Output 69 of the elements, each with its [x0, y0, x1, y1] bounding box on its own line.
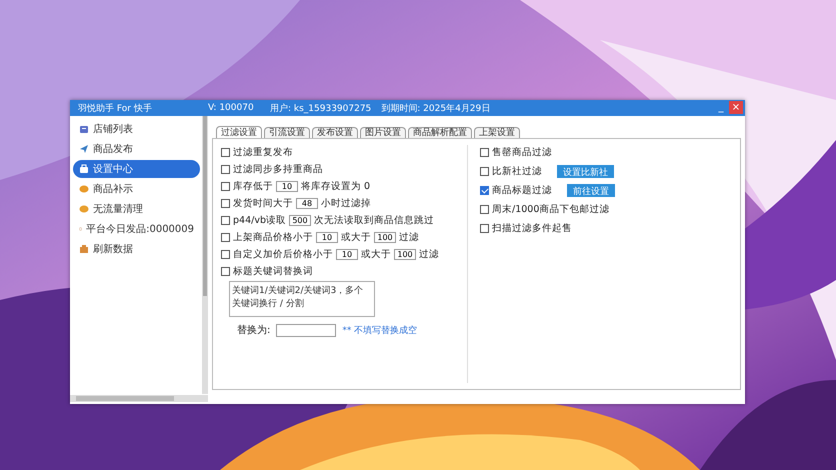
number-field[interactable]: 100 — [394, 249, 416, 260]
option-label: 比新社过滤 — [492, 165, 542, 178]
checkbox[interactable] — [480, 205, 489, 214]
option-label: 扫描过滤多件起售 — [492, 222, 572, 235]
number-field[interactable]: 10 — [316, 232, 338, 243]
checkbox[interactable] — [480, 148, 489, 157]
sidebar-item[interactable]: 设置中心 — [73, 160, 200, 178]
version-label: V: 100070 — [208, 103, 255, 113]
replace-field[interactable] — [276, 324, 336, 336]
store-icon — [79, 124, 89, 134]
option-label: 将库存设置为 0 — [301, 180, 370, 193]
checkbox[interactable] — [221, 267, 230, 276]
window-title: 羽悦助手 For 快手 — [78, 102, 153, 114]
tab[interactable]: 过滤设置 — [216, 126, 262, 138]
option-label: p44/vb读取 — [233, 214, 286, 227]
sidebar-item[interactable]: 平台今日发品:0000009 — [73, 220, 200, 238]
box-icon — [79, 244, 89, 254]
option-label: 售罄商品过滤 — [492, 146, 552, 159]
minimize-button[interactable]: _ — [713, 100, 729, 116]
checkbox[interactable] — [221, 148, 230, 157]
sidebar-item[interactable]: 商品发布 — [73, 140, 200, 158]
checkbox[interactable] — [221, 233, 230, 242]
tab[interactable]: 引流设置 — [264, 127, 310, 138]
number-field[interactable]: 10 — [336, 249, 358, 260]
checkbox[interactable] — [221, 165, 230, 174]
option-label: 过滤重复发布 — [233, 146, 293, 159]
hint-text: ** 不填写替换成空 — [342, 324, 418, 336]
expiry-label: 到期时间: 2025年4月29日 — [381, 102, 490, 114]
option-label: 商品标题过滤 — [492, 184, 552, 197]
replace-label: 替换为: — [237, 324, 270, 337]
tab[interactable]: 发布设置 — [312, 127, 358, 138]
option-label: 次无法读取到商品信息跳过 — [314, 214, 434, 227]
option-label: 小时过滤掉 — [321, 197, 371, 210]
checkbox[interactable] — [221, 199, 230, 208]
option-label: 自定义加价后价格小于 — [233, 248, 333, 261]
checkbox[interactable] — [221, 216, 230, 225]
checkbox[interactable] — [221, 250, 230, 259]
option-label: 发货时间大于 — [233, 197, 293, 210]
option-label: 过滤 — [419, 248, 439, 261]
checkbox[interactable] — [480, 167, 489, 176]
sidebar-item[interactable]: 无流量清理 — [73, 200, 200, 218]
number-field[interactable]: 500 — [288, 215, 311, 226]
send-icon — [79, 144, 89, 154]
option-label: 上架商品价格小于 — [233, 231, 313, 244]
option-label: 过滤 — [399, 231, 419, 244]
sidebar-item[interactable]: 刷新数据 — [73, 240, 200, 258]
number-field[interactable]: 48 — [296, 198, 318, 209]
scrollbar[interactable] — [70, 395, 208, 402]
checkbox[interactable] — [480, 186, 489, 195]
checkbox[interactable] — [480, 224, 489, 233]
tab[interactable]: 图片设置 — [360, 127, 406, 138]
bag-icon — [79, 164, 89, 174]
close-button[interactable]: × — [729, 101, 743, 114]
option-label: 过滤同步多持重商品 — [233, 163, 323, 176]
sidebar-item[interactable]: 商品补示 — [73, 180, 200, 198]
scrollbar[interactable] — [202, 116, 208, 394]
option-label: 或大于 — [361, 248, 391, 261]
option-label: 库存低于 — [233, 180, 273, 193]
sidebar-item[interactable]: 店铺列表 — [73, 120, 200, 138]
option-label: 周末/1000商品下包邮过滤 — [492, 203, 610, 216]
number-field[interactable]: 10 — [276, 181, 298, 192]
option-label: 标题关键词替换词 — [233, 265, 313, 278]
option-label: 或大于 — [341, 231, 371, 244]
checkbox[interactable] — [221, 182, 230, 191]
tab[interactable]: 上架设置 — [474, 127, 520, 138]
keyword-field[interactable]: 关键词1/关键词2/关键词3，多个关键词换行 / 分割 — [229, 281, 375, 317]
number-field[interactable]: 100 — [374, 232, 396, 243]
tab[interactable]: 商品解析配置 — [408, 127, 472, 138]
user-label: 用户: ks_15933907275 — [270, 102, 372, 114]
